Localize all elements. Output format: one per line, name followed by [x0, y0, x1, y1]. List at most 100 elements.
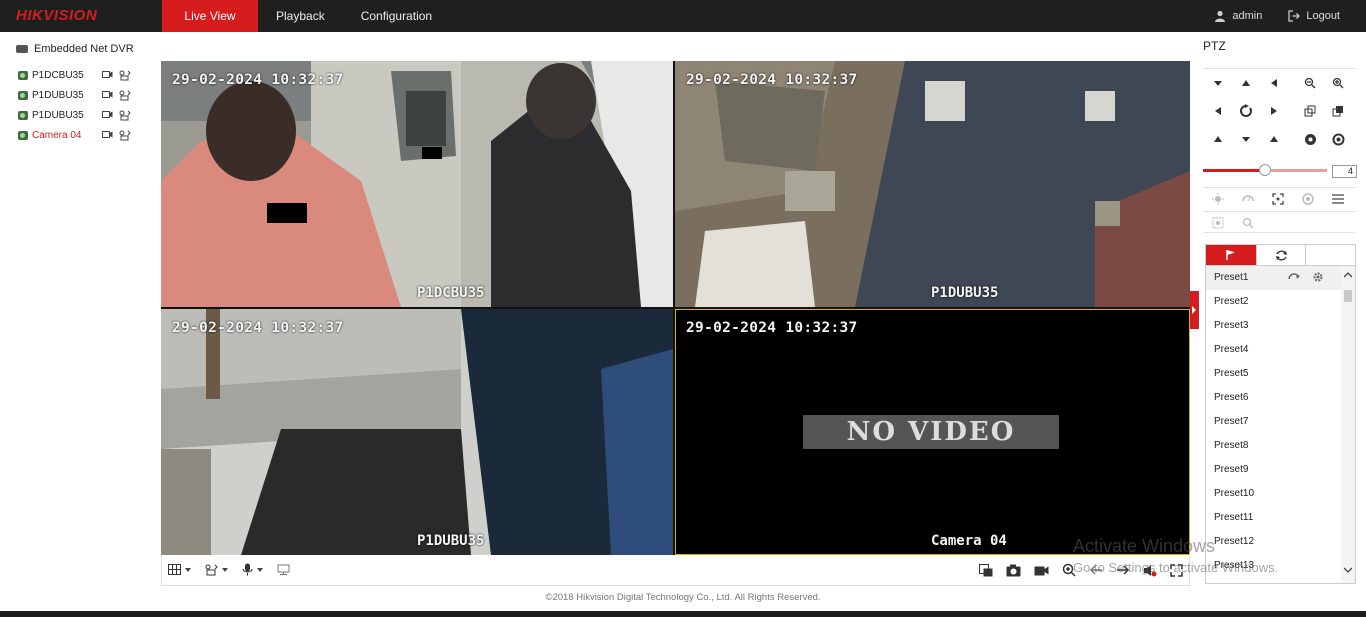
ptz-down-right-button[interactable]: [1261, 128, 1287, 150]
video-tile-2[interactable]: 29-02-2024 10:32:37 P1DUBU35: [675, 61, 1190, 307]
speed-slider-handle[interactable]: [1259, 164, 1271, 176]
tree-camera-3[interactable]: P1DUBU35: [18, 107, 142, 123]
iris-close-button[interactable]: [1297, 128, 1323, 150]
light-button[interactable]: [1203, 188, 1233, 210]
ptz-auto-scan-button[interactable]: [1233, 100, 1259, 122]
wiper-button[interactable]: [1233, 188, 1263, 210]
manual-tracking-button[interactable]: [1203, 212, 1233, 234]
tab-presets[interactable]: [1206, 245, 1256, 265]
window-layout-button[interactable]: [168, 564, 191, 575]
preset-item[interactable]: Preset8: [1206, 434, 1342, 458]
tree-camera-4[interactable]: Camera 04: [18, 127, 142, 143]
preset-item[interactable]: Preset3: [1206, 314, 1342, 338]
ptz-collapse-toggle[interactable]: [1190, 291, 1199, 329]
record-icon[interactable]: [102, 110, 113, 119]
preset-label: Preset4: [1214, 344, 1249, 355]
focus-far-button[interactable]: [1325, 100, 1351, 122]
broadcast-button[interactable]: [277, 564, 290, 575]
tree-root-label: Embedded Net DVR: [34, 43, 134, 55]
preset-scrollbar[interactable]: [1341, 266, 1355, 583]
nav-live-view[interactable]: Live View: [162, 0, 258, 32]
top-bar: HIKVISION Live View Playback Configurati…: [0, 0, 1366, 32]
ptz-down-button[interactable]: [1233, 128, 1259, 150]
audio-button[interactable]: [242, 563, 263, 576]
logout-icon: [1288, 10, 1301, 22]
ptz-up-right-button[interactable]: [1261, 72, 1287, 94]
nav-configuration[interactable]: Configuration: [343, 0, 450, 32]
camera-snapshot-icon[interactable]: [1006, 564, 1021, 577]
camera-feed-image: [161, 309, 673, 555]
user-area: admin Logout: [1214, 0, 1366, 32]
tree-root-dvr[interactable]: Embedded Net DVR: [16, 43, 134, 55]
preset-label: Preset2: [1214, 296, 1249, 307]
preset-item[interactable]: Preset11: [1206, 506, 1342, 530]
stream-type-button[interactable]: [205, 564, 228, 576]
aux-focus-icon: [1272, 193, 1284, 205]
tab-patrols[interactable]: [1256, 245, 1306, 265]
arrow-down-left-icon: [1214, 136, 1222, 142]
ptz-panel: PTZ 4 Preset1 Preset2 Preset3 Preset4 Pr…: [1201, 32, 1361, 588]
ptz-tabs: [1205, 244, 1356, 266]
arrow-down-right-icon: [1270, 136, 1278, 142]
osd-camera-name: P1DUBU35: [931, 285, 999, 301]
camera-icon: [18, 130, 28, 140]
set-preset-gear-icon[interactable]: [1312, 271, 1324, 283]
ptz-speed-slider[interactable]: [1203, 164, 1327, 176]
preset-item[interactable]: Preset10: [1206, 482, 1342, 506]
call-preset-icon[interactable]: [1288, 271, 1300, 283]
video-tile-4[interactable]: 29-02-2024 10:32:37 NO VIDEO Camera 04: [675, 309, 1190, 555]
windows-activation-watermark: Activate Windows Go to Settings to activ…: [1073, 536, 1278, 575]
auxiliary-focus-button[interactable]: [1263, 188, 1293, 210]
scroll-down-icon[interactable]: [1344, 566, 1352, 574]
preset-item[interactable]: Preset9: [1206, 458, 1342, 482]
logout-button[interactable]: Logout: [1288, 10, 1340, 22]
multi-window-icon[interactable]: [979, 563, 993, 577]
zoom-out-button[interactable]: [1297, 72, 1323, 94]
scrollbar-thumb[interactable]: [1344, 290, 1352, 302]
zoom-in-button[interactable]: [1325, 72, 1351, 94]
ptz-control-icon[interactable]: [119, 130, 131, 141]
preset-item[interactable]: Preset6: [1206, 386, 1342, 410]
record-icon[interactable]: [102, 70, 113, 79]
iris-open-button[interactable]: [1325, 128, 1351, 150]
lens-init-icon: [1302, 193, 1314, 205]
focus-near-icon: [1304, 105, 1316, 117]
ptz-left-button[interactable]: [1205, 100, 1231, 122]
preset-label: Preset8: [1214, 440, 1249, 451]
ptz-control-icon[interactable]: [119, 70, 131, 81]
video-tile-1[interactable]: 29-02-2024 10:32:37 P1DCBU35: [161, 61, 673, 307]
preset-item[interactable]: Preset5: [1206, 362, 1342, 386]
ptz-down-left-button[interactable]: [1205, 128, 1231, 150]
auto-rotate-icon: [1240, 104, 1252, 117]
camera-label: Camera 04: [32, 129, 82, 141]
ptz-control-icon[interactable]: [119, 110, 131, 121]
video-tile-3[interactable]: 29-02-2024 10:32:37 P1DUBU35: [161, 309, 673, 555]
scroll-up-icon[interactable]: [1344, 271, 1352, 279]
preset-label: Preset1: [1214, 272, 1249, 283]
video-toolbar: [161, 556, 1190, 586]
record-icon[interactable]: [102, 90, 113, 99]
tree-camera-1[interactable]: P1DCBU35: [18, 67, 142, 83]
ptz-control-icon[interactable]: [119, 90, 131, 101]
ptz-right-button[interactable]: [1261, 100, 1287, 122]
user-menu[interactable]: admin: [1214, 10, 1262, 22]
record-icon[interactable]: [102, 130, 113, 139]
tree-camera-2[interactable]: P1DUBU35: [18, 87, 142, 103]
nav-playback[interactable]: Playback: [258, 0, 343, 32]
ptz-up-left-button[interactable]: [1205, 72, 1231, 94]
3d-zoom-button[interactable]: [1233, 212, 1263, 234]
focus-near-button[interactable]: [1297, 100, 1323, 122]
preset-item[interactable]: Preset4: [1206, 338, 1342, 362]
camera-label: P1DUBU35: [32, 109, 84, 121]
ptz-aux-row-1: [1203, 187, 1355, 209]
ptz-up-button[interactable]: [1233, 72, 1259, 94]
logout-label: Logout: [1306, 10, 1340, 22]
lens-init-button[interactable]: [1293, 188, 1323, 210]
preset-item[interactable]: Preset2: [1206, 290, 1342, 314]
stream-icon: [205, 564, 218, 575]
preset-item[interactable]: Preset1: [1206, 266, 1342, 290]
preset-item[interactable]: Preset7: [1206, 410, 1342, 434]
ptz-menu-button[interactable]: [1323, 188, 1353, 210]
record-clip-icon[interactable]: [1034, 564, 1049, 576]
watermark-line-2: Go to Settings to activate Windows.: [1073, 560, 1279, 575]
